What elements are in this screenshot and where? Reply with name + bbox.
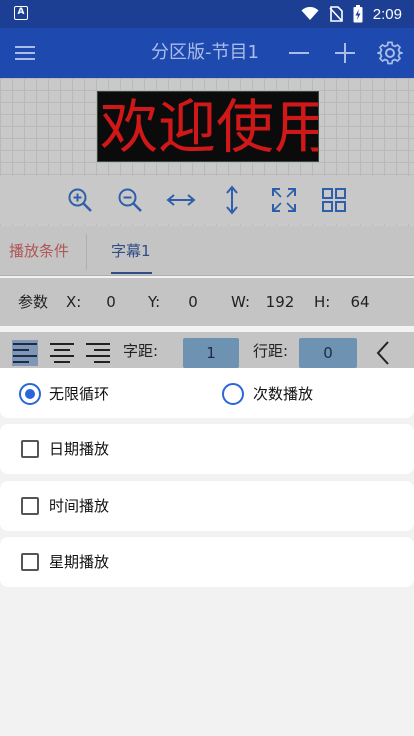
zoom-out-icon (118, 188, 142, 212)
layout-grid-button[interactable] (318, 184, 350, 216)
loop-mode-card: 无限循环 次数播放 (0, 368, 414, 418)
wifi-icon (301, 7, 319, 20)
horizontal-arrows-icon (166, 194, 196, 206)
no-sim-icon (329, 6, 343, 22)
date-play-card[interactable]: 日期播放 (0, 424, 414, 474)
remove-button[interactable] (277, 28, 321, 78)
app-bar: 分区版-节目1 (0, 28, 414, 78)
week-play-card[interactable]: 星期播放 (0, 537, 414, 587)
y-field[interactable]: 0 (172, 284, 214, 320)
date-play-label[interactable]: 日期播放 (49, 439, 109, 459)
h-field[interactable]: 64 (338, 284, 382, 320)
w-label: W: (231, 293, 251, 311)
tab-subtitle-1[interactable]: 字幕1 (111, 226, 151, 276)
status-icons: 2:09 (301, 0, 402, 28)
align-right-icon[interactable] (85, 340, 111, 366)
w-field[interactable]: 192 (258, 284, 302, 320)
align-center-icon[interactable] (49, 340, 75, 366)
char-spacing-label: 字距: (123, 342, 159, 360)
chevron-left-icon[interactable] (375, 340, 391, 366)
fit-width-button[interactable] (165, 184, 197, 216)
grid-icon (322, 188, 346, 212)
text-format-row: 字距: 1 行距: 0 (0, 332, 414, 368)
time-play-label[interactable]: 时间播放 (49, 496, 109, 516)
status-bar: A 2:09 (0, 0, 414, 28)
params-row: 参数 X: 0 Y: 0 W: 192 H: 64 (0, 278, 414, 326)
fit-height-button[interactable] (216, 184, 248, 216)
h-label: H: (314, 293, 331, 311)
hamburger-menu-icon (15, 46, 35, 60)
line-spacing-field[interactable]: 0 (299, 338, 357, 368)
play-conditions-sheet: 无限循环 次数播放 日期播放 时间播放 星期播放 (0, 368, 414, 736)
settings-button[interactable] (368, 28, 412, 78)
x-label: X: (66, 293, 82, 311)
zoom-in-button[interactable] (64, 184, 96, 216)
count-play-label[interactable]: 次数播放 (253, 384, 313, 404)
clock: 2:09 (372, 5, 402, 23)
date-play-checkbox[interactable] (21, 440, 39, 458)
zoom-out-button[interactable] (114, 184, 146, 216)
battery-charging-icon (353, 5, 363, 23)
add-button[interactable] (323, 28, 367, 78)
char-spacing-field[interactable]: 1 (183, 338, 239, 368)
menu-button[interactable] (3, 28, 47, 78)
page-title: 分区版-节目1 (151, 42, 259, 63)
zoom-in-icon (68, 188, 92, 212)
tab-bar: 播放条件 字幕1 (0, 226, 414, 276)
led-preview[interactable]: 欢迎使用 (97, 91, 319, 162)
fullscreen-button[interactable] (268, 184, 300, 216)
count-play-radio[interactable] (222, 383, 244, 405)
week-play-checkbox[interactable] (21, 553, 39, 571)
gear-icon (377, 41, 403, 65)
week-play-label[interactable]: 星期播放 (49, 552, 109, 572)
minus-icon (289, 52, 309, 54)
tab-play-conditions[interactable]: 播放条件 (9, 226, 69, 276)
y-label: Y: (148, 293, 161, 311)
app-notification-icon: A (14, 6, 28, 20)
params-title: 参数 (18, 293, 49, 311)
canvas-toolbar (0, 176, 414, 224)
tab-divider (86, 234, 87, 270)
time-play-card[interactable]: 时间播放 (0, 481, 414, 531)
x-field[interactable]: 0 (90, 284, 132, 320)
infinite-loop-radio[interactable] (19, 383, 41, 405)
infinite-loop-label[interactable]: 无限循环 (49, 384, 109, 404)
expand-icon (272, 188, 296, 212)
active-tab-indicator (111, 272, 152, 274)
led-text: 欢迎使用 (100, 93, 319, 161)
time-play-checkbox[interactable] (21, 497, 39, 515)
line-spacing-label: 行距: (253, 342, 289, 360)
align-left-icon[interactable] (12, 340, 38, 366)
plus-icon (335, 43, 355, 63)
vertical-arrows-icon (226, 185, 238, 215)
